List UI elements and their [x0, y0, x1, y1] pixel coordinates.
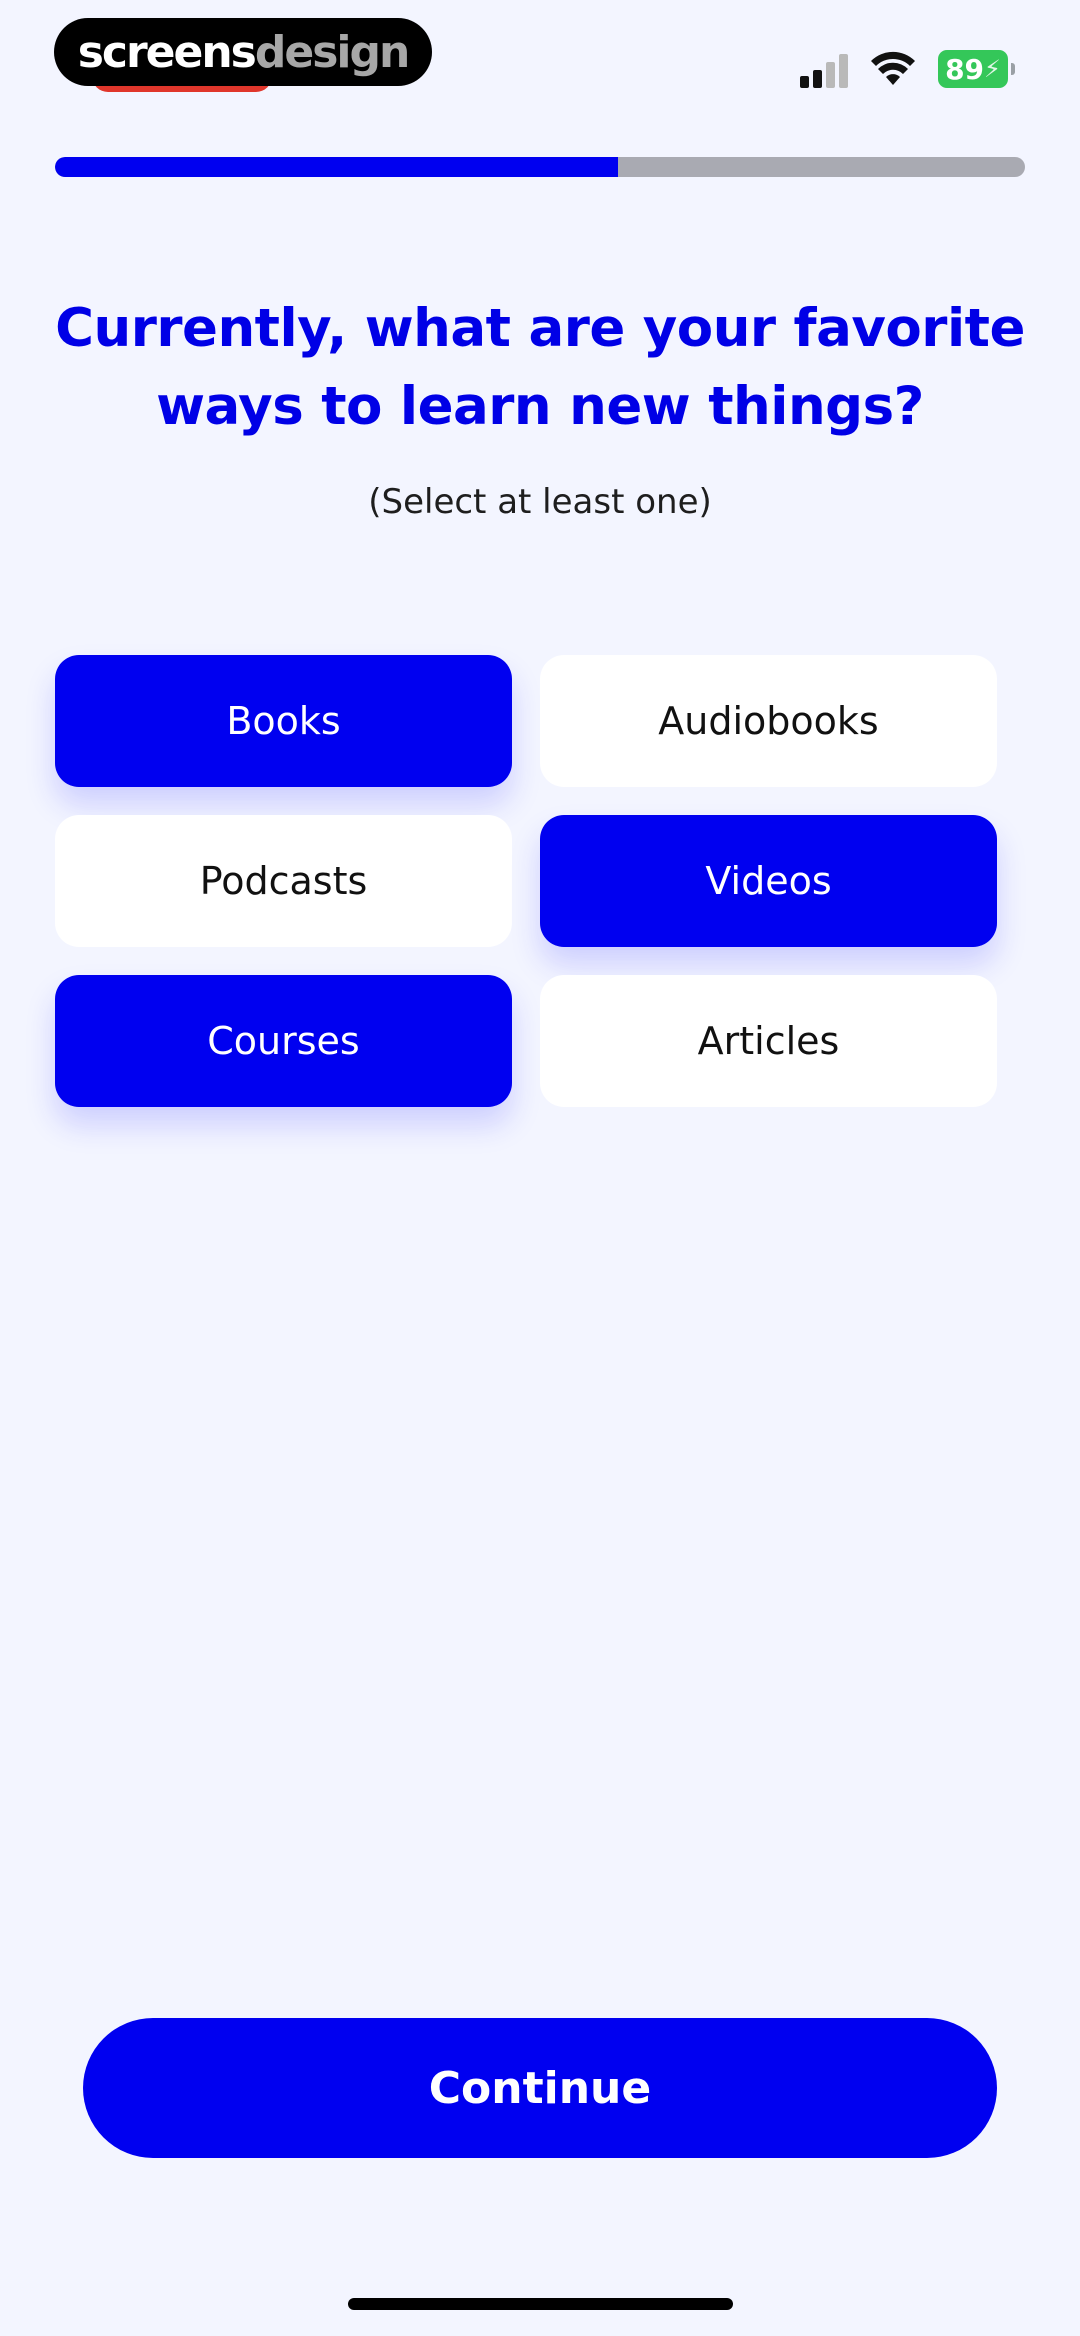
brand-text-primary: screens: [77, 26, 257, 78]
status-bar: screens design 89 ⚡: [0, 0, 1080, 130]
battery-level: 89: [945, 52, 985, 86]
continue-button[interactable]: Continue: [83, 2018, 997, 2158]
progress-bar: [55, 157, 1025, 177]
brand-text-secondary: design: [254, 26, 410, 78]
progress-fill: [55, 157, 618, 177]
option-books[interactable]: Books: [55, 655, 512, 787]
wifi-icon: [871, 51, 915, 85]
option-videos[interactable]: Videos: [540, 815, 997, 947]
battery-charging-icon: 89 ⚡: [938, 50, 1015, 88]
home-indicator[interactable]: [348, 2298, 733, 2310]
question-title: Currently, what are your favorite ways t…: [55, 298, 1025, 437]
brand-watermark: screens design: [54, 18, 432, 86]
option-articles[interactable]: Articles: [540, 975, 997, 1107]
option-podcasts[interactable]: Podcasts: [55, 815, 512, 947]
charging-bolt-icon: ⚡: [984, 55, 1001, 83]
options-grid: Books Audiobooks Podcasts Videos Courses…: [55, 655, 997, 1107]
cellular-signal-icon: [800, 50, 848, 88]
question-subtitle: (Select at least one): [368, 482, 712, 522]
option-audiobooks[interactable]: Audiobooks: [540, 655, 997, 787]
battery-cap: [1011, 63, 1015, 75]
onboarding-screen: screens design 89 ⚡ Currently, what are …: [0, 0, 1080, 2336]
status-icons: 89 ⚡: [800, 50, 1015, 88]
option-courses[interactable]: Courses: [55, 975, 512, 1107]
